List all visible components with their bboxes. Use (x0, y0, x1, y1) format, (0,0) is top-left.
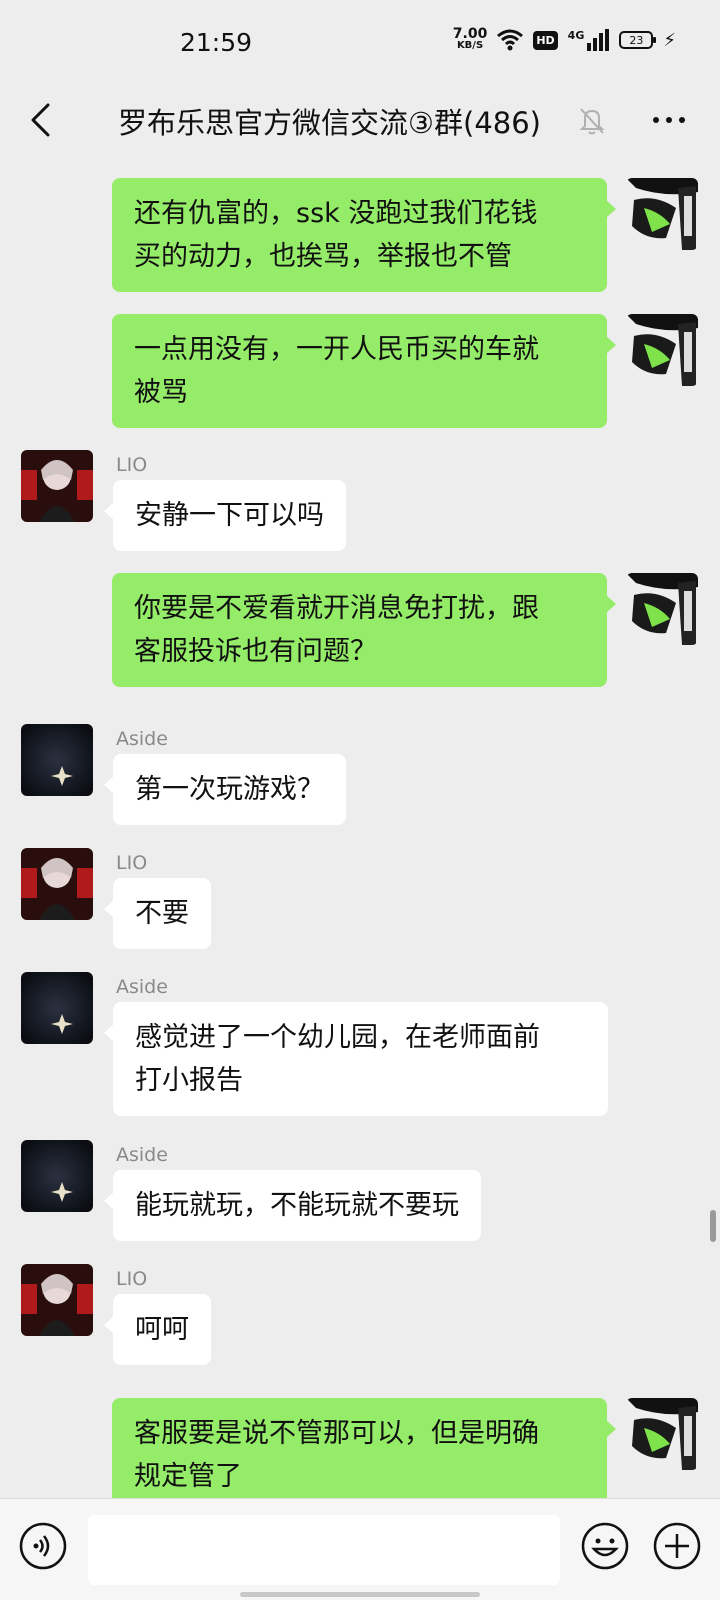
message-bubble[interactable]: 感觉进了一个幼儿园，在老师面前 打小报告 (104, 1002, 608, 1116)
plus-icon[interactable] (652, 1521, 702, 1571)
avatar-image (626, 178, 698, 250)
battery-level: 23 (629, 33, 644, 47)
avatar-image (21, 848, 93, 920)
chat-title[interactable]: 罗布乐思官方微信交流③群(486) (118, 100, 541, 142)
scrollbar[interactable] (710, 1210, 716, 1242)
chevron-left-icon (31, 103, 50, 137)
avatar-lio[interactable] (21, 1264, 93, 1336)
bell-muted-icon (579, 108, 605, 135)
avatar-image (626, 1398, 698, 1470)
message-bubble[interactable]: 呵呵 (104, 1294, 211, 1365)
sender-name: Aside (116, 976, 168, 998)
cellular-signal-icon: 4G (568, 29, 610, 51)
more-options-button[interactable] (644, 104, 694, 136)
status-icons: 7.00 KB/S HD 4G 23 ⚡ (452, 26, 676, 52)
avatar-aside[interactable] (21, 972, 93, 1044)
sender-name: LIO (116, 454, 148, 476)
input-bar (0, 1498, 720, 1600)
message-bubble[interactable]: 第一次玩游戏？ (104, 754, 346, 825)
my-avatar[interactable] (626, 1398, 698, 1470)
avatar-aside[interactable] (21, 724, 93, 796)
avatar-lio[interactable] (21, 450, 93, 522)
avatar-aside[interactable] (21, 1140, 93, 1212)
network-speed-value: 7.00 (452, 26, 488, 42)
charging-icon: ⚡ (663, 29, 676, 51)
my-avatar[interactable] (626, 178, 698, 250)
hd-badge: HD (533, 30, 558, 50)
message-bubble[interactable]: 不要 (104, 878, 211, 949)
more-dots-icon (653, 117, 659, 123)
sender-name: Aside (116, 1144, 168, 1166)
message-input[interactable] (88, 1515, 560, 1585)
network-speed-unit: KB/S (456, 40, 484, 51)
avatar-image (21, 724, 93, 796)
status-bar: 21:59 7.00 KB/S HD 4G 23 ⚡ (0, 0, 720, 80)
message-bubble[interactable]: 能玩就玩，不能玩就不要玩 (104, 1170, 481, 1241)
message-bubble[interactable]: 客服要是说不管那可以，但是明确 规定管了 (112, 1398, 616, 1498)
avatar-image (21, 972, 93, 1044)
status-time: 21:59 (180, 28, 253, 57)
message-bubble[interactable]: 你要是不爱看就开消息免打扰，跟 客服投诉也有问题？ (112, 573, 616, 687)
avatar-image (626, 314, 698, 386)
home-indicator (240, 1592, 480, 1597)
avatar-image (21, 1264, 93, 1336)
sender-name: Aside (116, 728, 168, 750)
avatar-image (21, 1140, 93, 1212)
network-type: 4G (567, 29, 585, 42)
sender-name: LIO (116, 1268, 148, 1290)
chat-header: 罗布乐思官方微信交流③群(486) (0, 80, 720, 160)
emoji-icon[interactable] (580, 1521, 630, 1571)
avatar-image (21, 450, 93, 522)
voice-icon[interactable] (18, 1521, 68, 1571)
my-avatar[interactable] (626, 314, 698, 386)
message-bubble[interactable]: 还有仇富的，ssk 没跑过我们花钱 买的动力，也挨骂，举报也不管 (112, 178, 616, 292)
sender-name: LIO (116, 852, 148, 874)
message-bubble[interactable]: 一点用没有，一开人民币买的车就 被骂 (112, 314, 616, 428)
message-list[interactable]: 还有仇富的，ssk 没跑过我们花钱 买的动力，也挨骂，举报也不管 一点用没有，一… (0, 160, 720, 1498)
network-speed: 7.00 KB/S (452, 26, 488, 52)
back-button[interactable] (14, 94, 66, 146)
wifi-icon (497, 29, 524, 51)
avatar-image (626, 573, 698, 645)
my-avatar[interactable] (626, 573, 698, 645)
avatar-lio[interactable] (21, 848, 93, 920)
battery-icon: 23 (619, 31, 657, 49)
message-bubble[interactable]: 安静一下可以吗 (104, 480, 346, 551)
